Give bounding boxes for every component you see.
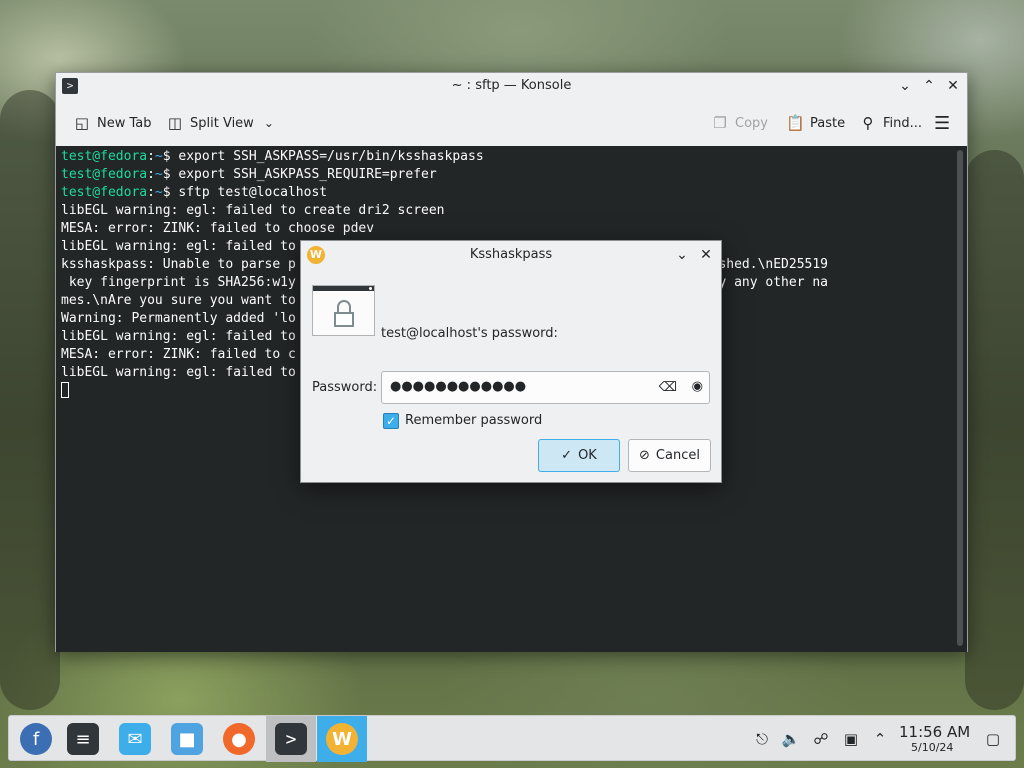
prompt-separator: : bbox=[147, 185, 155, 200]
password-label: Password: bbox=[312, 380, 378, 395]
kwallet-icon: W bbox=[326, 723, 358, 755]
terminal-line: MESA: error: ZINK: failed to choose pdev bbox=[61, 221, 375, 236]
lock-icon bbox=[312, 285, 375, 336]
taskbar-system-settings[interactable]: ≡ bbox=[58, 716, 108, 762]
system-settings-icon: ≡ bbox=[67, 723, 99, 755]
clock-date[interactable]: 5/10/24 bbox=[911, 741, 953, 754]
network-icon[interactable]: ☍ bbox=[811, 729, 831, 749]
prompt-path: ~ bbox=[154, 167, 163, 182]
chevron-down-icon[interactable]: ⌄ bbox=[264, 116, 274, 130]
show-desktop-icon[interactable]: ▢ bbox=[983, 729, 1003, 749]
fedora-icon: f bbox=[20, 723, 52, 755]
dialog-titlebar[interactable]: W Ksshaskpass ⌄ ✕ bbox=[301, 241, 721, 269]
clock-time[interactable]: 11:56 AM bbox=[899, 723, 970, 741]
copy-icon: ❐ bbox=[713, 114, 727, 132]
paste-label: Paste bbox=[810, 115, 846, 131]
remember-password-checkbox[interactable]: ✓ bbox=[383, 413, 399, 429]
taskbar-firefox[interactable]: ● bbox=[214, 716, 264, 762]
konsole-window-title: ~ : sftp — Konsole bbox=[451, 78, 572, 93]
remember-password-label[interactable]: Remember password bbox=[405, 413, 542, 428]
new-tab-icon: ◱ bbox=[74, 114, 90, 132]
ksshaskpass-dialog: W Ksshaskpass ⌄ ✕ test@localhost's passw… bbox=[300, 240, 722, 483]
split-view-icon: ◫ bbox=[167, 114, 183, 132]
paste-button[interactable]: 📋 Paste bbox=[786, 113, 845, 133]
taskbar: f ≡ ✉ ■ ● > W ⎋ 🔈 ☍ ▣ ⌃ 11:56 AM 5/10/24… bbox=[8, 715, 1016, 762]
firefox-icon: ● bbox=[223, 723, 255, 755]
taskbar-ksshaskpass[interactable]: W bbox=[317, 716, 367, 762]
terminal-scrollbar[interactable] bbox=[957, 150, 963, 646]
ok-button[interactable]: ✓ OK bbox=[538, 439, 620, 472]
copy-label: Copy bbox=[735, 115, 768, 131]
checkmark-icon: ✓ bbox=[561, 448, 573, 463]
search-icon: ⚲ bbox=[862, 114, 874, 132]
cancel-label: Cancel bbox=[655, 448, 700, 463]
password-input[interactable]: ●●●●●●●●●●●● ⌫ ◉ bbox=[381, 371, 710, 404]
password-value: ●●●●●●●●●●●● bbox=[390, 379, 527, 394]
terminal-line: test@fedora:~$ export SSH_ASKPASS=/usr/b… bbox=[61, 148, 967, 166]
wallpaper-tree-right bbox=[965, 150, 1024, 710]
files-icon: ■ bbox=[171, 723, 203, 755]
minimize-icon[interactable]: ⌄ bbox=[896, 77, 914, 95]
copy-button[interactable]: ❐ Copy bbox=[711, 113, 768, 133]
konsole-toolbar: ◱ New Tab ◫ Split View ⌄ ❐ Copy 📋 Paste … bbox=[56, 100, 967, 145]
cancel-button[interactable]: ⊘ Cancel bbox=[628, 439, 711, 472]
updates-icon[interactable]: ⎋ bbox=[752, 729, 772, 749]
new-tab-button[interactable]: ◱ New Tab bbox=[73, 113, 152, 133]
terminal-cursor bbox=[61, 382, 69, 398]
maximize-icon[interactable]: ⌃ bbox=[920, 77, 938, 95]
hamburger-menu-icon[interactable]: ☰ bbox=[934, 113, 950, 134]
volume-icon[interactable]: 🔈 bbox=[781, 729, 801, 749]
command-text: $ export SSH_ASKPASS_REQUIRE=prefer bbox=[162, 167, 437, 182]
command-text: $ export SSH_ASKPASS=/usr/bin/ksshaskpas… bbox=[162, 149, 484, 164]
paste-icon: 📋 bbox=[786, 114, 805, 132]
prompt-separator: : bbox=[147, 149, 155, 164]
prompt-user: test@fedora bbox=[61, 185, 148, 200]
dialog-close-icon[interactable]: ✕ bbox=[697, 246, 715, 264]
ok-label: OK bbox=[578, 448, 597, 463]
discover-icon: ✉ bbox=[119, 723, 151, 755]
dialog-minimize-icon[interactable]: ⌄ bbox=[673, 246, 691, 264]
password-prompt: test@localhost's password: bbox=[381, 326, 558, 341]
find-button[interactable]: ⚲ Find... bbox=[859, 113, 923, 133]
dialog-title: Ksshaskpass bbox=[469, 247, 553, 262]
konsole-icon: > bbox=[275, 723, 307, 755]
prompt-user: test@fedora bbox=[61, 167, 148, 182]
terminal-line: test@fedora:~$ export SSH_ASKPASS_REQUIR… bbox=[61, 166, 967, 184]
terminal-line: libEGL warning: egl: failed to create dr… bbox=[61, 203, 445, 218]
wallpaper-tree-left bbox=[0, 90, 60, 710]
wired-network-icon[interactable]: ▣ bbox=[841, 729, 861, 749]
taskbar-konsole[interactable]: > bbox=[266, 716, 316, 762]
cancel-icon: ⊘ bbox=[639, 448, 650, 463]
konsole-titlebar[interactable]: > ~ : sftp — Konsole ⌄ ⌃ ✕ bbox=[56, 73, 967, 100]
clear-text-icon[interactable]: ⌫ bbox=[659, 380, 677, 395]
split-view-label: Split View bbox=[190, 115, 254, 131]
terminal-line: test@fedora:~$ sftp test@localhost bbox=[61, 184, 967, 202]
taskbar-discover[interactable]: ✉ bbox=[110, 716, 160, 762]
prompt-separator: : bbox=[147, 167, 155, 182]
prompt-path: ~ bbox=[154, 149, 163, 164]
close-icon[interactable]: ✕ bbox=[944, 77, 962, 95]
show-hidden-icons-chevron-up-icon[interactable]: ⌃ bbox=[870, 729, 890, 749]
taskbar-files[interactable]: ■ bbox=[162, 716, 212, 762]
show-password-icon[interactable]: ◉ bbox=[692, 379, 703, 394]
prompt-user: test@fedora bbox=[61, 149, 148, 164]
command-text: $ sftp test@localhost bbox=[162, 185, 328, 200]
prompt-path: ~ bbox=[154, 185, 163, 200]
application-launcher[interactable]: f bbox=[11, 716, 61, 762]
new-tab-label: New Tab bbox=[97, 115, 152, 131]
find-label: Find... bbox=[883, 115, 923, 131]
split-view-button[interactable]: ◫ Split View ⌄ bbox=[166, 113, 274, 133]
